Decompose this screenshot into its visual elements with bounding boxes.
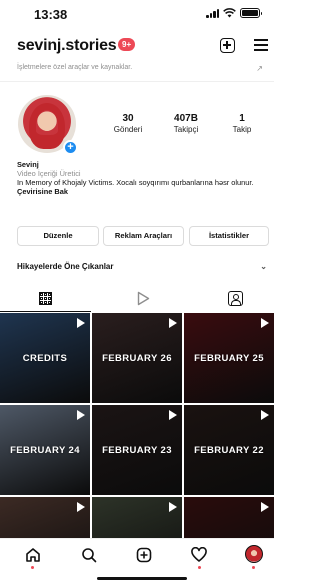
tile-label: CREDITS — [22, 353, 68, 364]
posts-count: 30 — [122, 113, 134, 124]
bio-text: In Memory of Khojaly Victims. Xocalı soy… — [17, 178, 254, 187]
battery-icon — [240, 8, 262, 18]
tile-label: FEBRUARY 25 — [194, 353, 264, 364]
highlights-label: Hikayelerde Öne Çıkanlar — [17, 262, 114, 271]
tile-label: FEBRUARY 26 — [102, 353, 172, 364]
add-post-icon[interactable] — [220, 38, 235, 53]
see-translation-link[interactable]: Çevirisine Bak — [17, 187, 267, 196]
tile-label: FEBRUARY 22 — [194, 445, 264, 456]
insights-button[interactable]: İstatistikler — [189, 226, 269, 246]
grid-tile[interactable] — [0, 497, 90, 538]
following-stat[interactable]: 1 Takip — [218, 113, 266, 134]
profile-tabs — [0, 286, 274, 312]
profile-header: sevinj.stories 9+ — [0, 34, 274, 62]
grid-tile[interactable]: FEBRUARY 26 — [92, 313, 182, 403]
grid-tile[interactable]: FEBRUARY 24 — [0, 405, 90, 495]
home-indicator — [97, 577, 187, 580]
status-time: 13:38 — [34, 7, 68, 22]
activity-icon[interactable] — [191, 547, 207, 563]
business-tools-banner[interactable]: İşletmelere özel araçlar ve kaynaklar. ↗ — [17, 64, 267, 76]
status-bar: 13:38 — [0, 0, 274, 28]
add-story-icon[interactable]: + — [63, 140, 78, 155]
ad-tools-button[interactable]: Reklam Araçları — [103, 226, 184, 246]
grid-icon[interactable] — [39, 292, 52, 305]
reel-icon — [169, 318, 177, 328]
posts-label: Gönderi — [113, 125, 143, 134]
home-icon[interactable] — [25, 547, 41, 563]
arrow-out-icon: ↗ — [256, 64, 263, 73]
tile-label: FEBRUARY 24 — [10, 445, 80, 456]
story-highlights-toggle[interactable]: Hikayelerde Öne Çıkanlar ⌄ — [17, 262, 267, 274]
reel-icon — [77, 410, 85, 420]
bottom-navigation — [0, 538, 274, 570]
divider — [0, 81, 274, 82]
grid-tile[interactable]: FEBRUARY 25 — [184, 313, 274, 403]
reel-icon — [169, 410, 177, 420]
notification-badge[interactable]: 9+ — [118, 38, 136, 51]
profile-bio: Sevinj Video İçeriği Üretici In Memory o… — [17, 160, 267, 196]
display-name: Sevinj — [17, 160, 39, 169]
reels-tab-icon[interactable] — [137, 291, 150, 306]
tile-label: FEBRUARY 23 — [102, 445, 172, 456]
active-tab-indicator — [0, 311, 91, 312]
signal-icon — [206, 8, 219, 18]
search-icon[interactable] — [81, 547, 97, 563]
followers-count: 407B — [174, 113, 198, 124]
new-post-icon[interactable] — [136, 547, 152, 563]
notification-dot — [31, 566, 34, 569]
wifi-icon — [223, 8, 236, 18]
menu-icon[interactable] — [254, 39, 268, 51]
chevron-down-icon: ⌄ — [260, 262, 267, 271]
reel-icon — [77, 318, 85, 328]
username[interactable]: sevinj.stories — [17, 37, 117, 55]
business-tools-text: İşletmelere özel araçlar ve kaynaklar. — [17, 64, 133, 71]
profile-avatar-icon[interactable] — [245, 545, 263, 563]
posts-stat[interactable]: 30 Gönderi — [104, 113, 152, 134]
following-label: Takip — [232, 125, 252, 134]
reel-icon — [169, 502, 177, 512]
posts-grid: CREDITS FEBRUARY 26 FEBRUARY 25 FEBRUARY… — [0, 313, 274, 538]
profile-category: Video İçeriği Üretici — [17, 169, 81, 178]
reel-icon — [261, 318, 269, 328]
status-icons — [206, 8, 262, 18]
grid-tile[interactable]: CREDITS — [0, 313, 90, 403]
notification-dot — [198, 566, 201, 569]
grid-tile[interactable]: FEBRUARY 22 — [184, 405, 274, 495]
reel-icon — [261, 502, 269, 512]
tagged-icon[interactable] — [228, 291, 243, 306]
following-count: 1 — [239, 113, 245, 124]
notification-dot — [252, 566, 255, 569]
grid-tile[interactable] — [184, 497, 274, 538]
followers-stat[interactable]: 407B Takipçi — [162, 113, 210, 134]
grid-tile[interactable]: FEBRUARY 23 — [92, 405, 182, 495]
reel-icon — [77, 502, 85, 512]
edit-profile-button[interactable]: Düzenle — [17, 226, 99, 246]
grid-tile[interactable] — [92, 497, 182, 538]
reel-icon — [261, 410, 269, 420]
followers-label: Takipçi — [173, 125, 199, 134]
